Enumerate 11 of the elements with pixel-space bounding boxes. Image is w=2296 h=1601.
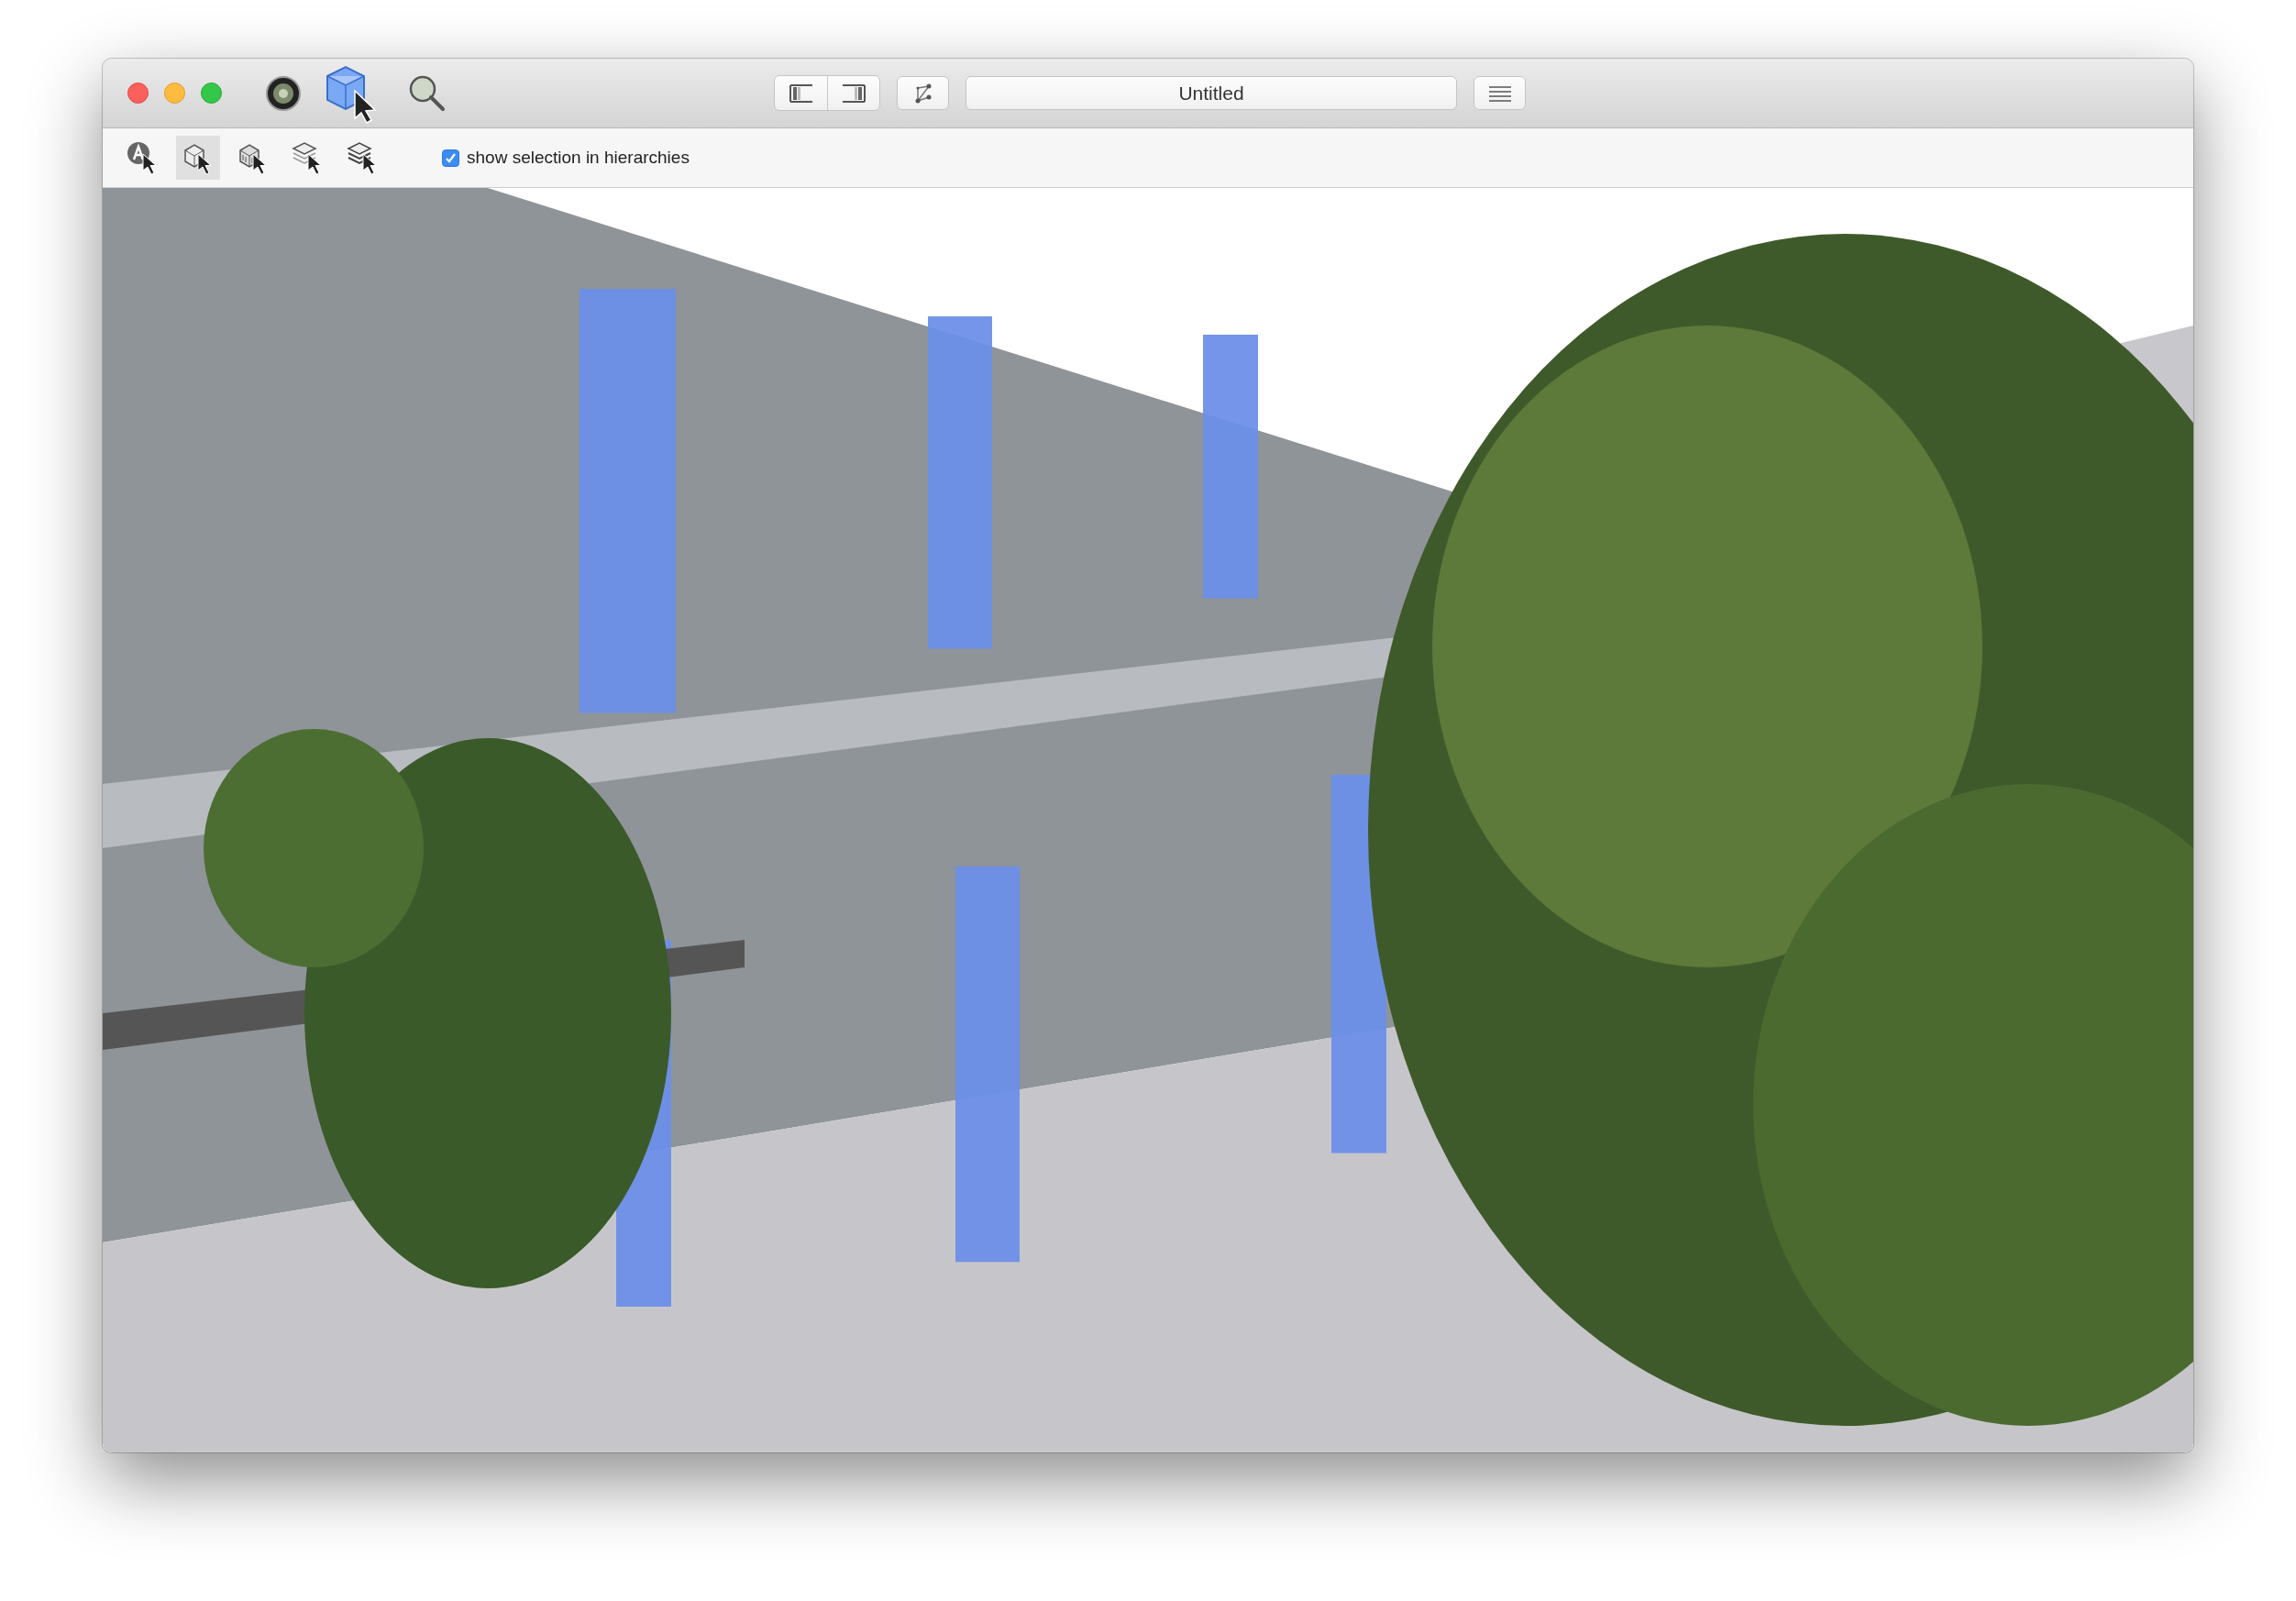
checkbox[interactable] [442, 149, 459, 167]
menu-icon [1487, 84, 1512, 102]
camera-lens-icon[interactable] [265, 74, 302, 112]
right-panel-icon [841, 83, 867, 104]
left-panel-icon [788, 83, 814, 104]
close-button[interactable] [127, 83, 149, 104]
menu-button[interactable] [1474, 76, 1526, 110]
selection-mode-button[interactable] [176, 136, 220, 180]
window-title: Untitled [1178, 82, 1244, 105]
graph-button[interactable] [897, 76, 949, 110]
checkmark-icon [445, 151, 457, 164]
